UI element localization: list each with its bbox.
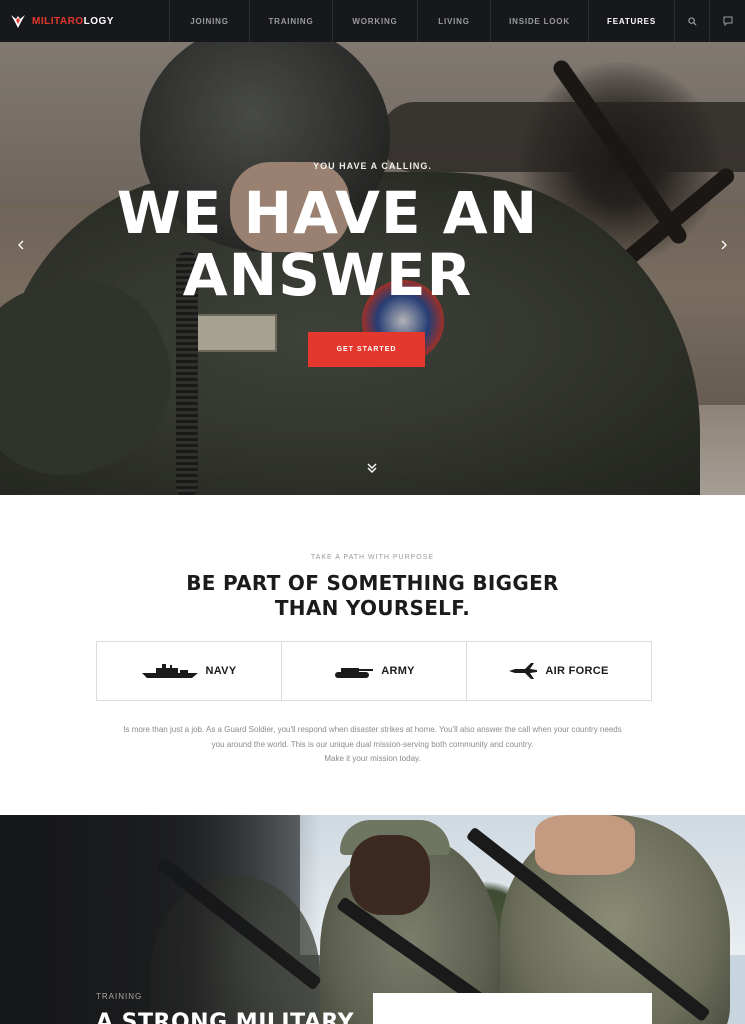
brand-logo-link[interactable]: MILITAROLOGY — [0, 0, 170, 42]
double-chevron-down-icon[interactable] — [364, 460, 380, 476]
branch-label-air-force: AIR FORCE — [545, 665, 609, 677]
path-title: BE PART OF SOMETHING BIGGER THAN YOURSEL… — [0, 571, 745, 621]
nav-item-working[interactable]: WORKING — [333, 0, 418, 42]
hero-subtitle: YOU HAVE A CALLING. — [313, 161, 432, 171]
chevron-right-icon — [721, 240, 727, 250]
search-icon — [687, 16, 697, 26]
branch-navy[interactable]: NAVY — [97, 642, 282, 700]
search-button[interactable] — [675, 0, 710, 42]
training-title: A STRONG MILITARY — [96, 1010, 355, 1024]
hero-banner: YOU HAVE A CALLING. WE HAVE AN ANSWER GE… — [0, 42, 745, 495]
hero-title-line2: ANSWER — [182, 241, 473, 309]
path-title-line2: THAN YOURSELF. — [274, 596, 471, 620]
chat-icon — [723, 16, 732, 26]
training-subtitle: TRAINING — [96, 992, 143, 1001]
eagle-logo-icon — [11, 15, 25, 28]
get-started-button[interactable]: GET STARTED — [308, 332, 425, 367]
branch-selector: NAVY ARMY AIR FORCE — [96, 641, 652, 701]
soldier-face — [350, 835, 430, 915]
nav-item-living[interactable]: LIVING — [418, 0, 491, 42]
brand-name: MILITAROLOGY — [32, 16, 114, 27]
ship-icon — [141, 664, 198, 678]
chat-button[interactable] — [710, 0, 745, 42]
nav-item-training[interactable]: TRAINING — [250, 0, 333, 42]
path-title-line1: BE PART OF SOMETHING BIGGER — [186, 571, 559, 595]
branch-label-army: ARMY — [381, 665, 415, 677]
nav-item-inside-look[interactable]: INSIDE LOOK — [491, 0, 589, 42]
jet-icon — [509, 663, 538, 679]
nav-item-joining[interactable]: JOINING — [170, 0, 250, 42]
training-overlay — [0, 815, 320, 1024]
hero-title-line1: WE HAVE AN — [116, 179, 539, 247]
tank-icon — [335, 668, 374, 678]
nav-item-features[interactable]: FEATURES — [589, 0, 675, 42]
hero-title: WE HAVE AN ANSWER — [0, 182, 655, 306]
top-navbar: MILITAROLOGY JOINING TRAINING WORKING LI… — [0, 0, 745, 42]
path-description: Is more than just a job. As a Guard Sold… — [90, 723, 655, 767]
brand-name-rest: LOGY — [83, 15, 114, 27]
path-subtitle: TAKE A PATH WITH PURPOSE — [310, 554, 435, 561]
slider-next-button[interactable] — [717, 238, 731, 252]
path-description-line1: Is more than just a job. As a Guard Sold… — [123, 725, 622, 734]
branch-army[interactable]: ARMY — [282, 642, 467, 700]
branch-air-force[interactable]: AIR FORCE — [467, 642, 651, 700]
training-card — [373, 993, 652, 1024]
path-description-line2: you around the world. This is our unique… — [211, 739, 534, 749]
brand-name-accent: MILITARO — [32, 15, 84, 27]
soldier-face — [535, 815, 635, 875]
branch-label-navy: NAVY — [205, 665, 237, 677]
path-description-line3: Make it your mission today. — [324, 754, 421, 763]
